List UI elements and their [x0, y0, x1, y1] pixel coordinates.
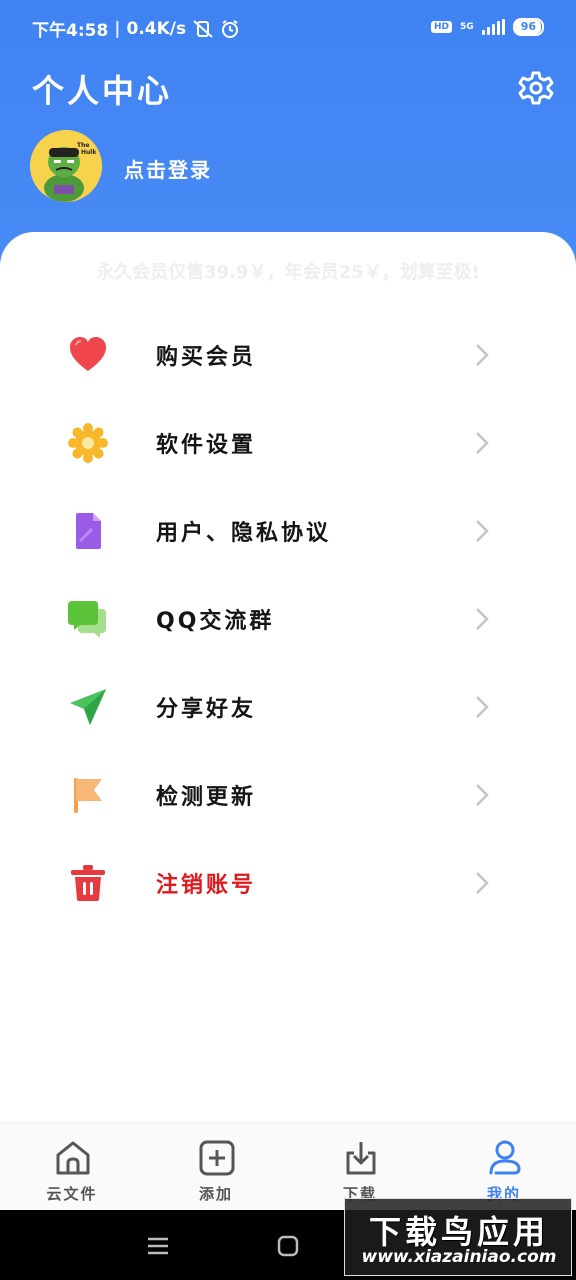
signal-icon [481, 19, 505, 35]
menu-item-check-update[interactable]: 检测更新 [0, 749, 576, 837]
menu-item-label: 检测更新 [156, 785, 257, 810]
vibrate-off-icon [193, 19, 213, 38]
svg-text:Hulk: Hulk [81, 149, 97, 156]
user-icon [489, 1140, 521, 1175]
chevron-right-icon [476, 520, 489, 542]
menu-item-software-settings[interactable]: 软件设置 [0, 397, 576, 485]
tab-label: 添加 [198, 1185, 233, 1203]
network-type: 5G [460, 21, 474, 32]
send-icon [70, 689, 106, 725]
menu-item-label: 购买会员 [156, 345, 257, 370]
download-icon [346, 1142, 376, 1175]
chevron-right-icon [476, 608, 489, 630]
chevron-right-icon [476, 784, 489, 806]
status-net-speed: 0.4K/s [126, 18, 187, 39]
menu-item-qq-group[interactable]: QQ交流群 [0, 573, 576, 661]
hulk-avatar-image: The Hulk [30, 130, 102, 202]
chevron-right-icon [476, 432, 489, 454]
menu-item-share-friends[interactable]: 分享好友 [0, 661, 576, 749]
trash-icon [71, 865, 105, 901]
menu-item-label: 注销账号 [156, 873, 257, 898]
home-icon [56, 1141, 90, 1175]
home-button-icon[interactable] [274, 1232, 302, 1260]
menu-item-buy-vip[interactable]: 购买会员 [0, 309, 576, 397]
status-right: HD 5G 96 [431, 18, 544, 36]
login-link[interactable]: 点击登录 [124, 154, 212, 183]
hd-badge: HD [431, 21, 453, 33]
menu-icon[interactable] [144, 1232, 172, 1260]
avatar[interactable]: The Hulk [30, 130, 102, 202]
chat-icon [68, 601, 106, 638]
heart-icon [70, 337, 106, 371]
menu-item-label: QQ交流群 [156, 609, 275, 634]
tab-add[interactable]: 添加 [144, 1123, 288, 1211]
page-title: 个人中心 [32, 72, 173, 110]
status-separator: | [114, 18, 121, 39]
menu-item-label: 分享好友 [156, 697, 257, 722]
watermark: 下载鸟应用 www.xiazainiao.com [344, 1198, 572, 1276]
chevron-right-icon [476, 872, 489, 894]
tab-cloud-files[interactable]: 云文件 [0, 1123, 144, 1211]
menu-item-privacy-agreement[interactable]: 用户、隐私协议 [0, 485, 576, 573]
tab-label: 云文件 [46, 1185, 98, 1203]
document-icon [76, 513, 101, 549]
gear-icon [68, 423, 108, 463]
watermark-url: www.xiazainiao.com [361, 1247, 557, 1267]
alarm-icon [222, 19, 239, 38]
menu-list: 购买会员 软件设置 用户、隐私协议 QQ交流群 分享好友 检测更新 注销账号 [0, 309, 576, 925]
battery-level: 96 [520, 20, 536, 33]
add-icon [199, 1140, 235, 1176]
menu-item-label: 用户、隐私协议 [156, 521, 332, 546]
gear-icon[interactable] [518, 70, 554, 106]
status-bar: 下午4:58 | 0.4K/s HD 5G 96 [0, 0, 576, 56]
status-time: 下午4:58 [32, 21, 109, 41]
flag-icon [74, 778, 102, 813]
menu-item-delete-account[interactable]: 注销账号 [0, 837, 576, 925]
bottom-nav: 云文件 添加 下载 我的 [0, 1122, 576, 1210]
battery-indicator: 96 [512, 18, 544, 36]
menu-item-label: 软件设置 [156, 433, 257, 458]
status-left: 下午4:58 | 0.4K/s [32, 16, 240, 41]
chevron-right-icon [476, 696, 489, 718]
chevron-right-icon [476, 344, 489, 366]
promo-banner-text: 永久会员仅售39.9￥，年会员25￥，划算至极! [96, 262, 480, 283]
svg-text:The: The [77, 142, 89, 149]
